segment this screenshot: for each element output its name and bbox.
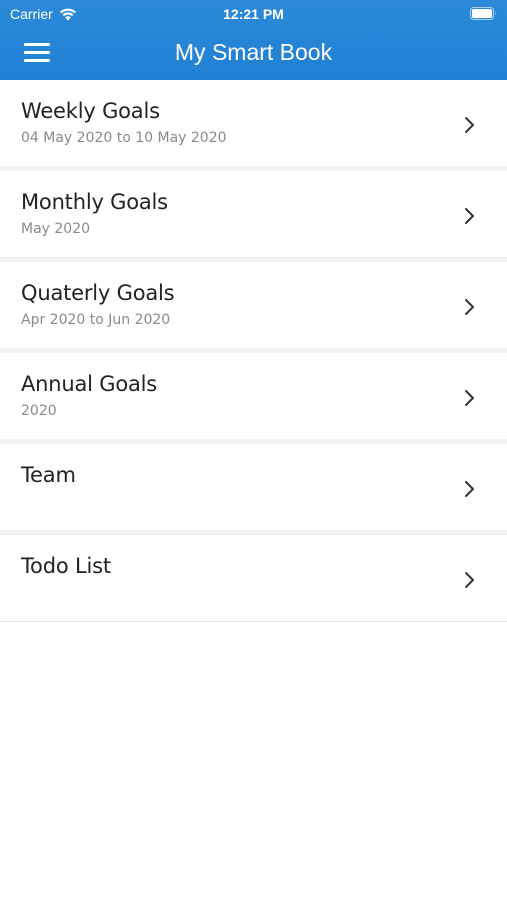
chevron-right-icon xyxy=(465,572,474,588)
item-subtitle: Apr 2020 to Jun 2020 xyxy=(21,312,171,328)
goals-list: Weekly Goals 04 May 2020 to 10 May 2020 … xyxy=(0,80,507,622)
item-subtitle: 2020 xyxy=(21,403,57,419)
status-bar: Carrier 12:21 PM xyxy=(0,0,507,28)
chevron-right-icon xyxy=(465,208,474,224)
item-title: Team xyxy=(21,463,76,487)
chevron-right-icon xyxy=(465,299,474,315)
battery-icon xyxy=(470,7,496,20)
item-title: Weekly Goals xyxy=(21,99,160,123)
list-item-quarterly-goals[interactable]: Quaterly Goals Apr 2020 to Jun 2020 xyxy=(0,262,507,353)
list-item-annual-goals[interactable]: Annual Goals 2020 xyxy=(0,353,507,444)
status-time: 12:21 PM xyxy=(223,6,284,22)
page-title: My Smart Book xyxy=(174,39,333,65)
item-title: Monthly Goals xyxy=(21,190,168,214)
item-subtitle: May 2020 xyxy=(21,221,91,237)
item-subtitle: 04 May 2020 to 10 May 2020 xyxy=(21,130,227,146)
item-title: Todo List xyxy=(21,554,111,578)
chevron-right-icon xyxy=(465,481,474,497)
list-item-monthly-goals[interactable]: Monthly Goals May 2020 xyxy=(0,171,507,262)
list-item-weekly-goals[interactable]: Weekly Goals 04 May 2020 to 10 May 2020 xyxy=(0,80,507,171)
item-title: Annual Goals xyxy=(21,372,158,396)
app-header: Carrier 12:21 PM My Smart Book xyxy=(0,0,507,80)
chevron-right-icon xyxy=(465,390,474,406)
list-item-team[interactable]: Team xyxy=(0,444,507,535)
chevron-right-icon xyxy=(465,117,474,133)
item-title: Quaterly Goals xyxy=(21,281,175,305)
list-item-todo-list[interactable]: Todo List xyxy=(0,535,507,622)
